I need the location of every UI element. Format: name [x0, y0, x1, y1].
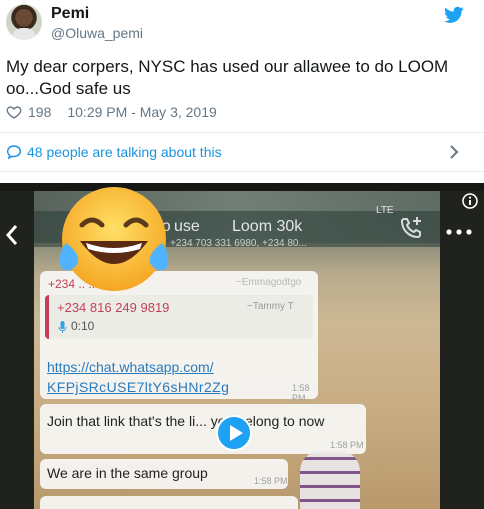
conversation-link[interactable]: 48 people are talking about this — [0, 133, 484, 171]
chat-group-name-suffix: use — [174, 218, 200, 235]
message-time: 1:58 PM — [254, 476, 288, 486]
speech-bubble-icon — [6, 145, 22, 160]
author-handle[interactable]: @Oluwa_pemi — [51, 25, 143, 41]
message-sender-name: ~Emmagodtgo — [236, 277, 302, 288]
tweet-card: Pemi @Oluwa_pemi My dear corpers, NYSC h… — [0, 0, 484, 509]
chat-message: Join that link that's the li... you belo… — [40, 404, 366, 454]
like-count[interactable]: 198 — [28, 104, 51, 120]
quoted-message: +234 816 249 9819 ~Tammy T 0:10 — [45, 295, 313, 339]
quoted-name: ~Tammy T — [247, 301, 294, 312]
tweet-text: My dear corpers, NYSC has used our allaw… — [6, 57, 449, 98]
message-text: Join that link that's the li... you belo… — [47, 413, 325, 429]
chat-message: We are in the same group 1:58 PM — [40, 459, 288, 489]
chat-members: +234 703 331 6980, +234 80... — [170, 238, 307, 249]
video-person — [300, 451, 360, 509]
tweet-timestamp[interactable]: 10:29 PM - May 3, 2019 — [67, 104, 216, 120]
chat-link-line-2: KFPjSRcUSE7ltY6sHNr2Zg — [47, 379, 230, 395]
microphone-icon — [58, 321, 67, 333]
message-time: 1:58 PM — [330, 440, 364, 450]
back-arrow-icon[interactable] — [4, 223, 20, 247]
network-status: LTE — [376, 205, 394, 216]
divider — [0, 171, 484, 172]
twitter-bird-icon[interactable] — [444, 6, 464, 24]
chat-message — [40, 496, 298, 509]
chat-group-title: Loom 30k — [232, 218, 303, 235]
play-button[interactable] — [216, 415, 252, 451]
chat-link-line-1: https://chat.whatsapp.com/ — [47, 359, 214, 375]
face-with-tears-of-joy-emoji — [59, 187, 169, 291]
info-icon[interactable] — [462, 193, 478, 209]
message-text: We are in the same group — [47, 465, 208, 481]
add-call-icon — [400, 217, 421, 239]
avatar[interactable] — [6, 4, 42, 40]
video-player[interactable]: LTE Ho use Loom 30k +234 703 331 6980, +… — [0, 183, 484, 509]
heart-outline-icon[interactable] — [6, 104, 22, 120]
chevron-right-icon[interactable] — [447, 144, 461, 160]
quoted-number: +234 816 249 9819 — [57, 300, 170, 315]
message-time: 1:58 PM — [292, 383, 310, 403]
author-name[interactable]: Pemi — [51, 5, 89, 23]
tweet-meta: 198 10:29 PM - May 3, 2019 — [6, 102, 217, 122]
audio-duration: 0:10 — [71, 319, 95, 333]
play-icon — [230, 425, 243, 441]
talking-count-label[interactable]: 48 people are talking about this — [27, 144, 222, 160]
more-options-icon[interactable] — [446, 229, 472, 235]
